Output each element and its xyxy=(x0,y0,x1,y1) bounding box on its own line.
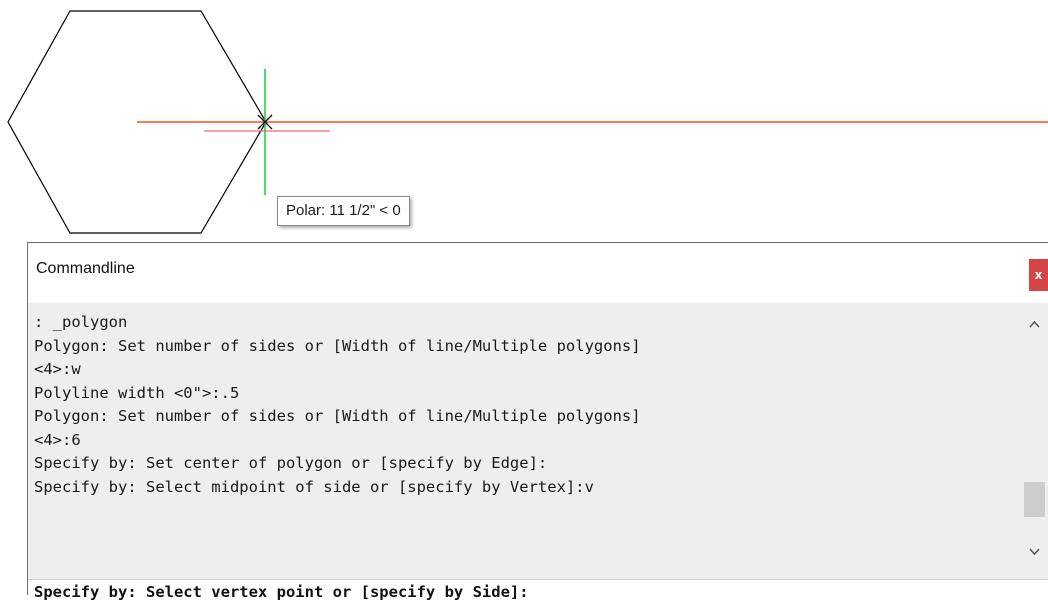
chevron-down-icon xyxy=(1029,548,1040,556)
history-line: Specify by: Set center of polygon or [sp… xyxy=(34,454,548,472)
close-icon: x xyxy=(1034,268,1043,282)
scroll-up-button[interactable] xyxy=(1020,313,1048,335)
command-prompt-input[interactable]: Specify by: Select vertex point or [spec… xyxy=(28,579,1048,600)
history-line: : _polygon xyxy=(34,313,128,331)
drawing-canvas[interactable] xyxy=(0,0,1048,245)
scroll-thumb[interactable] xyxy=(1024,482,1045,517)
history-line: Polyline width <0">:.5 xyxy=(34,383,240,402)
commandline-header: Commandline x xyxy=(28,243,1048,303)
polar-tooltip: Polar: 11 1/2" < 0 xyxy=(277,196,410,226)
history-scrollbar[interactable] xyxy=(1020,303,1048,579)
history-line: Polygon: Set number of sides or [Width o… xyxy=(34,407,641,425)
history-line: <4>:6 xyxy=(34,430,81,449)
close-button[interactable]: x xyxy=(1029,259,1048,291)
chevron-up-icon xyxy=(1029,320,1040,328)
scroll-down-button[interactable] xyxy=(1020,541,1048,563)
history-line: Specify by: Select midpoint of side or [… xyxy=(34,477,594,496)
commandline-panel: Commandline x : _polygon Polygon: Set nu… xyxy=(27,242,1048,600)
command-history[interactable]: : _polygon Polygon: Set number of sides … xyxy=(28,303,1020,579)
history-line: Polygon: Set number of sides or [Width o… xyxy=(34,336,641,355)
commandline-title: Commandline xyxy=(36,260,135,277)
history-line: <4>:w xyxy=(34,360,81,378)
